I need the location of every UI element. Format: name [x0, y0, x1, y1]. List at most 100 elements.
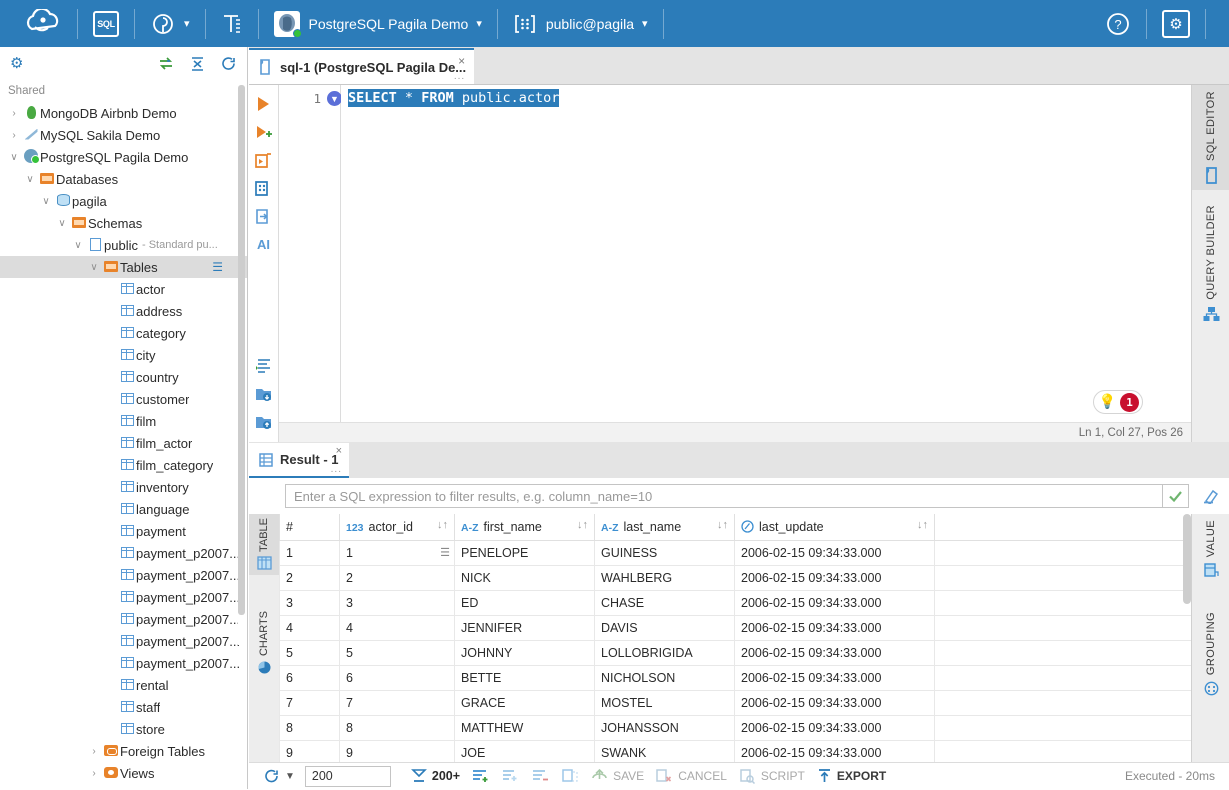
gear-icon[interactable]: ⚙ — [10, 54, 23, 72]
tree-node-payment[interactable]: payment — [0, 520, 247, 542]
cell-actor-id[interactable]: 8 — [340, 715, 455, 740]
tree-node-foreign-tables[interactable]: ›Foreign Tables — [0, 740, 247, 762]
column-header-index[interactable]: # — [280, 514, 340, 540]
tree-node-rental[interactable]: rental — [0, 674, 247, 696]
table-row[interactable]: 66BETTENICHOLSON2006-02-15 09:34:33.000 — [280, 665, 1192, 690]
tree-node-language[interactable]: language — [0, 498, 247, 520]
tree-node-country[interactable]: country — [0, 366, 247, 388]
table-row[interactable]: 11☰PENELOPEGUINESS2006-02-15 09:34:33.00… — [280, 540, 1192, 565]
cell-last-update[interactable]: 2006-02-15 09:34:33.000 — [735, 565, 935, 590]
tree-node-pagila[interactable]: ∨pagila — [0, 190, 247, 212]
cell-actor-id[interactable]: 9 — [340, 740, 455, 762]
tree-expand-arrow[interactable]: › — [86, 768, 102, 779]
table-row[interactable]: 88MATTHEWJOHANSSON2006-02-15 09:34:33.00… — [280, 715, 1192, 740]
tab-overflow-dots[interactable]: ... — [454, 71, 465, 82]
grid-scrollbar[interactable] — [1183, 514, 1191, 762]
tree-node-actor[interactable]: actor — [0, 278, 247, 300]
column-header-last_name[interactable]: A-Zlast_name↓↑ — [595, 514, 735, 540]
cell-last-update[interactable]: 2006-02-15 09:34:33.000 — [735, 740, 935, 762]
tree-node-databases[interactable]: ∨Databases — [0, 168, 247, 190]
tree-node-mysql-sakila-demo[interactable]: ›MySQL Sakila Demo — [0, 124, 247, 146]
tree-node-payment_p2007---[interactable]: payment_p2007... — [0, 564, 247, 586]
sort-toggle-icon[interactable]: ↓↑ — [717, 519, 728, 531]
table-row[interactable]: 55JOHNNYLOLLOBRIGIDA2006-02-15 09:34:33.… — [280, 640, 1192, 665]
tree-expand-arrow[interactable]: ∨ — [22, 174, 38, 185]
tree-node-store[interactable]: store — [0, 718, 247, 740]
sort-toggle-icon[interactable]: ↓↑ — [577, 519, 588, 531]
tab-grouping-panel[interactable]: GROUPING — [1192, 606, 1229, 702]
refresh-results-button[interactable]: ▼ — [257, 763, 301, 790]
cell-last-name[interactable]: WAHLBERG — [595, 565, 735, 590]
tree-node-film[interactable]: film — [0, 410, 247, 432]
execute-script-button[interactable] — [250, 90, 278, 118]
export-button[interactable]: EXPORT — [811, 763, 892, 790]
cell-first-name[interactable]: MATTHEW — [455, 715, 595, 740]
tree-expand-arrow[interactable]: ∨ — [38, 196, 54, 207]
chevron-down-icon[interactable]: ▼ — [285, 771, 295, 782]
cell-last-update[interactable]: 2006-02-15 09:34:33.000 — [735, 590, 935, 615]
close-icon[interactable]: × — [458, 54, 465, 68]
tree-node-address[interactable]: address — [0, 300, 247, 322]
tree-expand-arrow[interactable]: › — [6, 130, 22, 141]
table-row[interactable]: 99JOESWANK2006-02-15 09:34:33.000 — [280, 740, 1192, 762]
cell-last-name[interactable]: SWANK — [595, 740, 735, 762]
cell-last-update[interactable]: 2006-02-15 09:34:33.000 — [735, 615, 935, 640]
tree-node-staff[interactable]: staff — [0, 696, 247, 718]
execute-script-file-button[interactable] — [250, 146, 278, 174]
filter-input[interactable]: Enter a SQL expression to filter results… — [285, 484, 1163, 508]
cell-last-name[interactable]: JOHANSSON — [595, 715, 735, 740]
tree-node-public[interactable]: ∨public- Standard pu... — [0, 234, 247, 256]
save-button[interactable]: SAVE — [585, 763, 650, 790]
results-tab-result-1[interactable]: Result - 1 × ... — [249, 443, 349, 478]
tree-node-customer[interactable]: customer — [0, 388, 247, 410]
sync-navigation-icon[interactable] — [158, 55, 175, 72]
cell-last-name[interactable]: DAVIS — [595, 615, 735, 640]
sidebar-scrollbar[interactable] — [238, 85, 245, 645]
cell-last-update[interactable]: 2006-02-15 09:34:33.000 — [735, 540, 935, 565]
format-text-button[interactable] — [215, 0, 249, 47]
tree-expand-arrow[interactable]: › — [86, 746, 102, 757]
database-tree[interactable]: Shared ›MongoDB Airbnb Demo›MySQL Sakila… — [0, 79, 247, 789]
close-icon[interactable]: × — [336, 445, 342, 457]
cell-first-name[interactable]: JOE — [455, 740, 595, 762]
import-script-button[interactable] — [250, 380, 278, 408]
tab-query-builder[interactable]: QUERY BUILDER — [1192, 199, 1229, 328]
column-header-last_update[interactable]: last_update↓↑ — [735, 514, 935, 540]
sort-toggle-icon[interactable]: ↓↑ — [917, 519, 928, 531]
cell-actor-id[interactable]: 2 — [340, 565, 455, 590]
tree-expand-arrow[interactable]: ∨ — [86, 262, 102, 273]
table-row[interactable]: 44JENNIFERDAVIS2006-02-15 09:34:33.000 — [280, 615, 1192, 640]
tree-expand-arrow[interactable]: ∨ — [54, 218, 70, 229]
delete-row-button[interactable] — [526, 763, 556, 790]
editor-tab-sql-1[interactable]: sql-1 (PostgreSQL Pagila De... × ... — [249, 48, 474, 84]
execute-new-tab-button[interactable] — [250, 118, 278, 146]
settings-button[interactable]: ⚙ — [1156, 0, 1196, 47]
tab-table-view[interactable]: TABLE — [249, 514, 279, 575]
tree-node-schemas[interactable]: ∨Schemas — [0, 212, 247, 234]
tools-menu-button[interactable]: ▾ — [144, 0, 196, 47]
run-query-dot-button[interactable]: ▼ — [327, 91, 342, 106]
tree-node-menu-icon[interactable]: ☰ — [212, 260, 223, 274]
cell-last-name[interactable]: NICHOLSON — [595, 665, 735, 690]
tree-node-payment_p2007---[interactable]: payment_p2007... — [0, 542, 247, 564]
cell-actor-id[interactable]: 7 — [340, 690, 455, 715]
tab-sql-editor[interactable]: SQL EDITOR — [1192, 85, 1229, 190]
tree-node-views[interactable]: ›Views — [0, 762, 247, 784]
cell-first-name[interactable]: JENNIFER — [455, 615, 595, 640]
tree-node-tables[interactable]: ∨Tables☰ — [0, 256, 247, 278]
cancel-button[interactable]: CANCEL — [650, 763, 733, 790]
help-button[interactable]: ? — [1099, 0, 1137, 47]
cell-first-name[interactable]: NICK — [455, 565, 595, 590]
cell-last-update[interactable]: 2006-02-15 09:34:33.000 — [735, 665, 935, 690]
cell-first-name[interactable]: GRACE — [455, 690, 595, 715]
ai-assistant-button[interactable]: AI — [250, 230, 278, 258]
connection-selector[interactable]: PostgreSQL Pagila Demo ▾ — [268, 0, 488, 47]
cell-first-name[interactable]: BETTE — [455, 665, 595, 690]
save-script-button[interactable] — [250, 408, 278, 436]
cell-actor-id[interactable]: 6 — [340, 665, 455, 690]
cell-actor-id[interactable]: 5 — [340, 640, 455, 665]
column-header-first_name[interactable]: A-Zfirst_name↓↑ — [455, 514, 595, 540]
cell-actor-id[interactable]: 3 — [340, 590, 455, 615]
editor-hint-badge[interactable]: 💡 1 — [1093, 390, 1143, 414]
app-logo[interactable] — [22, 9, 68, 39]
